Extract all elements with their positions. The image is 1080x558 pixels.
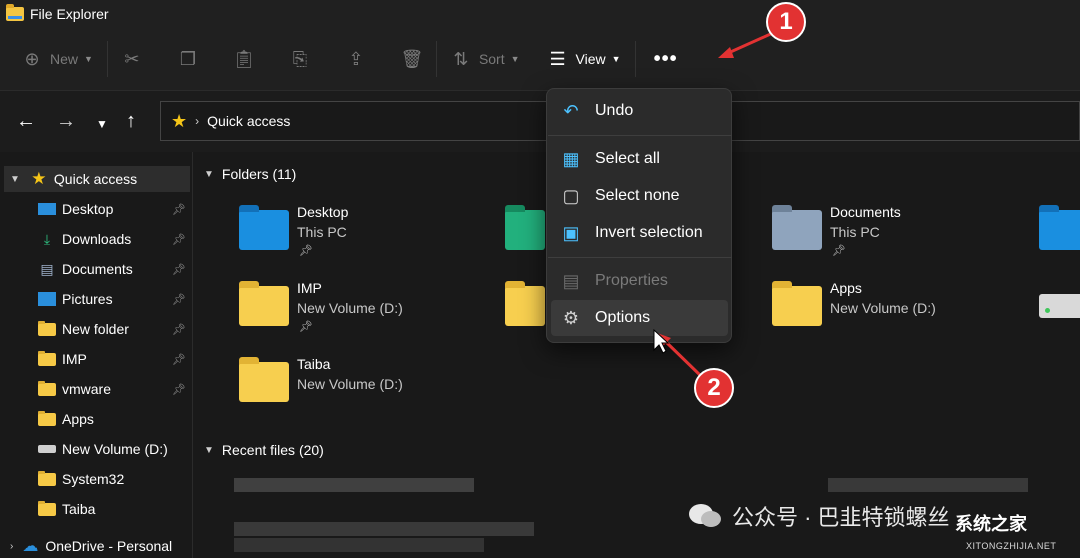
arrow-one-line xyxy=(725,30,776,56)
arrow-two-line xyxy=(662,338,704,379)
watermark-logo: 系统之家 xyxy=(955,514,1027,534)
callout-badge-1: 1 xyxy=(766,2,806,42)
annotation-arrows xyxy=(653,30,776,379)
callout-badge-2: 2 xyxy=(694,368,734,408)
mouse-cursor-icon xyxy=(653,328,670,354)
watermark: 公众号 · 巴韭特锁螺丝 xyxy=(688,500,950,532)
wechat-icon xyxy=(689,504,721,527)
watermark-url: XITONGZHIJIA.NET xyxy=(966,541,1057,551)
watermark-text: 公众号 · 巴韭特锁螺丝 xyxy=(732,505,950,530)
arrow-one-head xyxy=(718,47,734,58)
